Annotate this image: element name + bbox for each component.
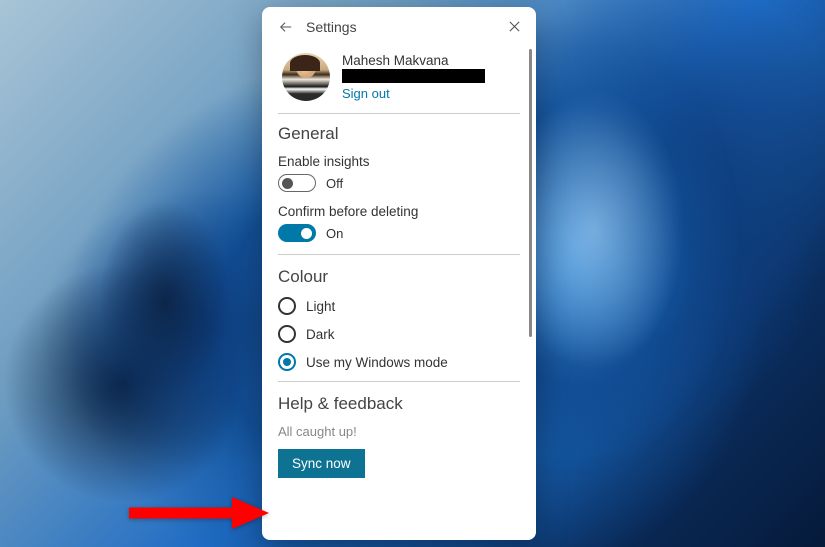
toggle-row: On bbox=[278, 224, 520, 242]
profile-email-redacted bbox=[342, 69, 485, 83]
content-area: Mahesh Makvana Sign out General Enable i… bbox=[278, 49, 536, 478]
scrollbar[interactable] bbox=[529, 49, 532, 337]
confirm-delete-label: Confirm before deleting bbox=[278, 204, 520, 219]
setting-enable-insights: Enable insights Off bbox=[278, 154, 520, 192]
sync-status: All caught up! bbox=[278, 424, 520, 439]
radio-option-windows[interactable]: Use my Windows mode bbox=[278, 353, 520, 371]
radio-icon bbox=[278, 353, 296, 371]
radio-icon bbox=[278, 297, 296, 315]
confirm-delete-state: On bbox=[326, 226, 343, 241]
profile-section: Mahesh Makvana Sign out bbox=[278, 49, 520, 114]
panel-header: Settings bbox=[278, 19, 536, 35]
divider bbox=[278, 381, 520, 382]
enable-insights-toggle[interactable] bbox=[278, 174, 316, 192]
radio-icon bbox=[278, 325, 296, 343]
divider bbox=[278, 254, 520, 255]
panel-title: Settings bbox=[306, 19, 357, 35]
radio-label-light: Light bbox=[306, 299, 335, 314]
back-arrow-icon[interactable] bbox=[278, 19, 294, 35]
radio-label-windows: Use my Windows mode bbox=[306, 355, 448, 370]
confirm-delete-toggle[interactable] bbox=[278, 224, 316, 242]
enable-insights-state: Off bbox=[326, 176, 343, 191]
avatar bbox=[282, 53, 330, 101]
toggle-row: Off bbox=[278, 174, 520, 192]
section-title-help: Help & feedback bbox=[278, 394, 520, 414]
radio-label-dark: Dark bbox=[306, 327, 335, 342]
section-title-colour: Colour bbox=[278, 267, 520, 287]
sign-out-link[interactable]: Sign out bbox=[342, 86, 485, 101]
sync-now-button[interactable]: Sync now bbox=[278, 449, 365, 478]
profile-info: Mahesh Makvana Sign out bbox=[342, 53, 485, 101]
section-title-general: General bbox=[278, 124, 520, 144]
profile-name: Mahesh Makvana bbox=[342, 53, 485, 68]
settings-panel: Settings Mahesh Makvana Sign out General… bbox=[262, 7, 536, 540]
radio-option-dark[interactable]: Dark bbox=[278, 325, 520, 343]
header-left: Settings bbox=[278, 19, 357, 35]
setting-confirm-delete: Confirm before deleting On bbox=[278, 204, 520, 242]
close-icon[interactable] bbox=[508, 20, 522, 34]
enable-insights-label: Enable insights bbox=[278, 154, 520, 169]
radio-option-light[interactable]: Light bbox=[278, 297, 520, 315]
